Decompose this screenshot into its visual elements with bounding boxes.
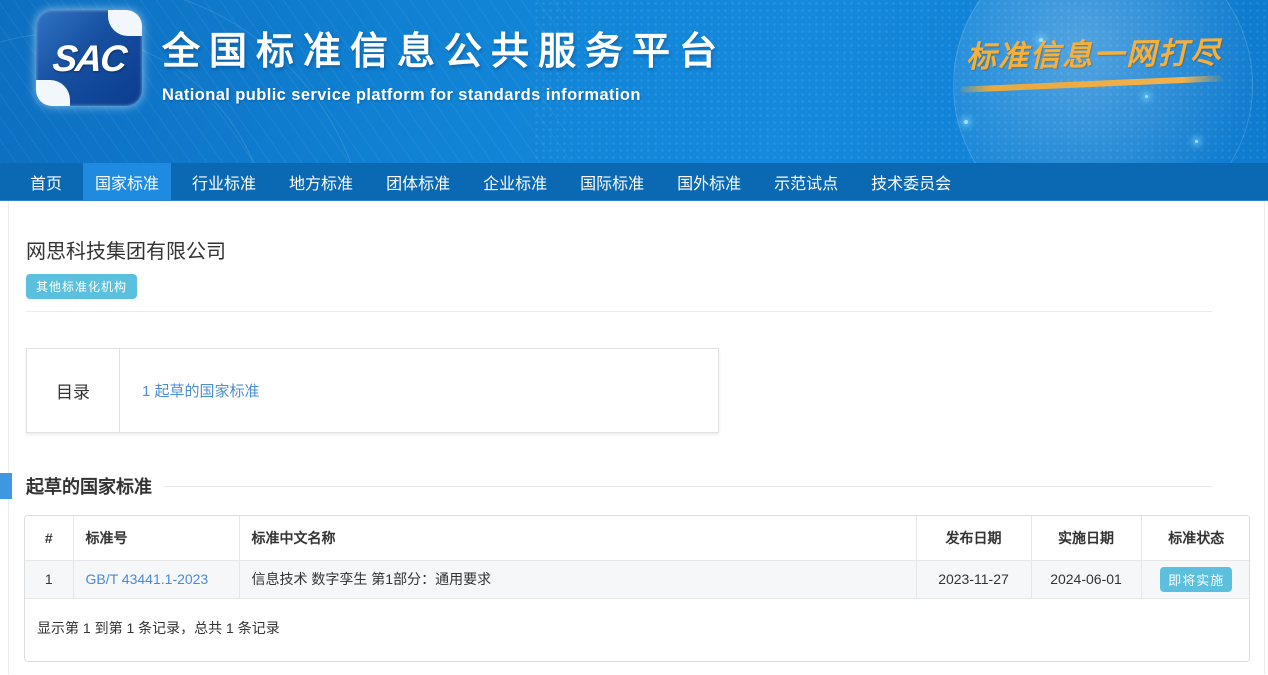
section-title: 起草的国家标准 [26, 473, 152, 499]
content-inner: 网思科技集团有限公司 其他标准化机构 目录 1 起草的国家标准 起草的国家标准 [9, 201, 1264, 662]
section-blue-marker [0, 473, 12, 499]
nav-item-technical-committee[interactable]: 技术委员会 [859, 163, 963, 200]
column-header-status: 标准状态 [1141, 516, 1250, 560]
table-row: 1 GB/T 43441.1-2023 信息技术 数字孪生 第1部分：通用要求 … [25, 560, 1250, 598]
nav-item-enterprise-standards[interactable]: 企业标准 [471, 163, 559, 200]
nav-item-international-standards[interactable]: 国际标准 [568, 163, 656, 200]
table-header-row: # 标准号 标准中文名称 发布日期 实施日期 标准状态 [25, 516, 1250, 560]
standards-table: # 标准号 标准中文名称 发布日期 实施日期 标准状态 1 GB/T 43441… [25, 516, 1250, 599]
column-header-publish-date: 发布日期 [916, 516, 1031, 560]
publish-date: 2023-11-27 [916, 560, 1031, 598]
implement-date: 2024-06-01 [1031, 560, 1141, 598]
organization-type-badge: 其他标准化机构 [26, 274, 137, 299]
nav-item-foreign-standards[interactable]: 国外标准 [665, 163, 753, 200]
column-header-standard-no: 标准号 [73, 516, 239, 560]
section-header: 起草的国家标准 [26, 473, 1264, 499]
nav-item-pilot-demonstration[interactable]: 示范试点 [762, 163, 850, 200]
site-title: 全国标准信息公共服务平台 [162, 20, 726, 75]
globe-glow-dot [964, 120, 968, 124]
standard-number-link[interactable]: GB/T 43441.1-2023 [86, 571, 209, 587]
main-nav: 首页 国家标准 行业标准 地方标准 团体标准 企业标准 国际标准 国外标准 示范… [0, 163, 1268, 201]
toc-entry-drafted-national-standards[interactable]: 1 起草的国家标准 [142, 380, 260, 401]
column-header-index: # [25, 516, 73, 560]
site-title-block: 全国标准信息公共服务平台 National public service pla… [162, 20, 726, 105]
sac-logo[interactable]: SAC [36, 10, 142, 106]
nav-item-industry-standards[interactable]: 行业标准 [180, 163, 268, 200]
globe-glow-dot [1195, 140, 1198, 143]
toc-label: 目录 [27, 349, 120, 432]
organization-name: 网思科技集团有限公司 [26, 235, 1264, 264]
slogan-text: 标准信息一网打尽 [966, 28, 1217, 76]
column-header-implement-date: 实施日期 [1031, 516, 1141, 560]
nav-item-home[interactable]: 首页 [18, 163, 74, 200]
sac-logo-notch [36, 80, 70, 106]
slogan-block: 标准信息一网打尽 [966, 30, 1216, 87]
row-index: 1 [25, 560, 73, 598]
section-title-rule [164, 486, 1212, 487]
column-header-chinese-name: 标准中文名称 [239, 516, 916, 560]
site-subtitle: National public service platform for sta… [162, 86, 726, 105]
toc-panel: 目录 1 起草的国家标准 [26, 348, 719, 433]
sac-logo-notch [108, 10, 142, 36]
sac-logo-text: SAC [36, 38, 142, 80]
nav-item-national-standards[interactable]: 国家标准 [83, 163, 171, 200]
site-banner: SAC 全国标准信息公共服务平台 National public service… [0, 0, 1268, 163]
nav-item-group-standards[interactable]: 团体标准 [374, 163, 462, 200]
nav-item-local-standards[interactable]: 地方标准 [277, 163, 365, 200]
toc-entries: 1 起草的国家标准 [120, 349, 718, 432]
globe-glow-dot [1145, 95, 1148, 98]
status-badge: 即将实施 [1160, 567, 1232, 592]
section-divider [26, 311, 1212, 312]
standard-chinese-name: 信息技术 数字孪生 第1部分：通用要求 [239, 560, 916, 598]
table-record-summary: 显示第 1 到第 1 条记录，总共 1 条记录 [25, 599, 1249, 661]
standards-table-container: # 标准号 标准中文名称 发布日期 实施日期 标准状态 1 GB/T 43441… [24, 515, 1250, 662]
content-container: 网思科技集团有限公司 其他标准化机构 目录 1 起草的国家标准 起草的国家标准 [8, 201, 1265, 674]
